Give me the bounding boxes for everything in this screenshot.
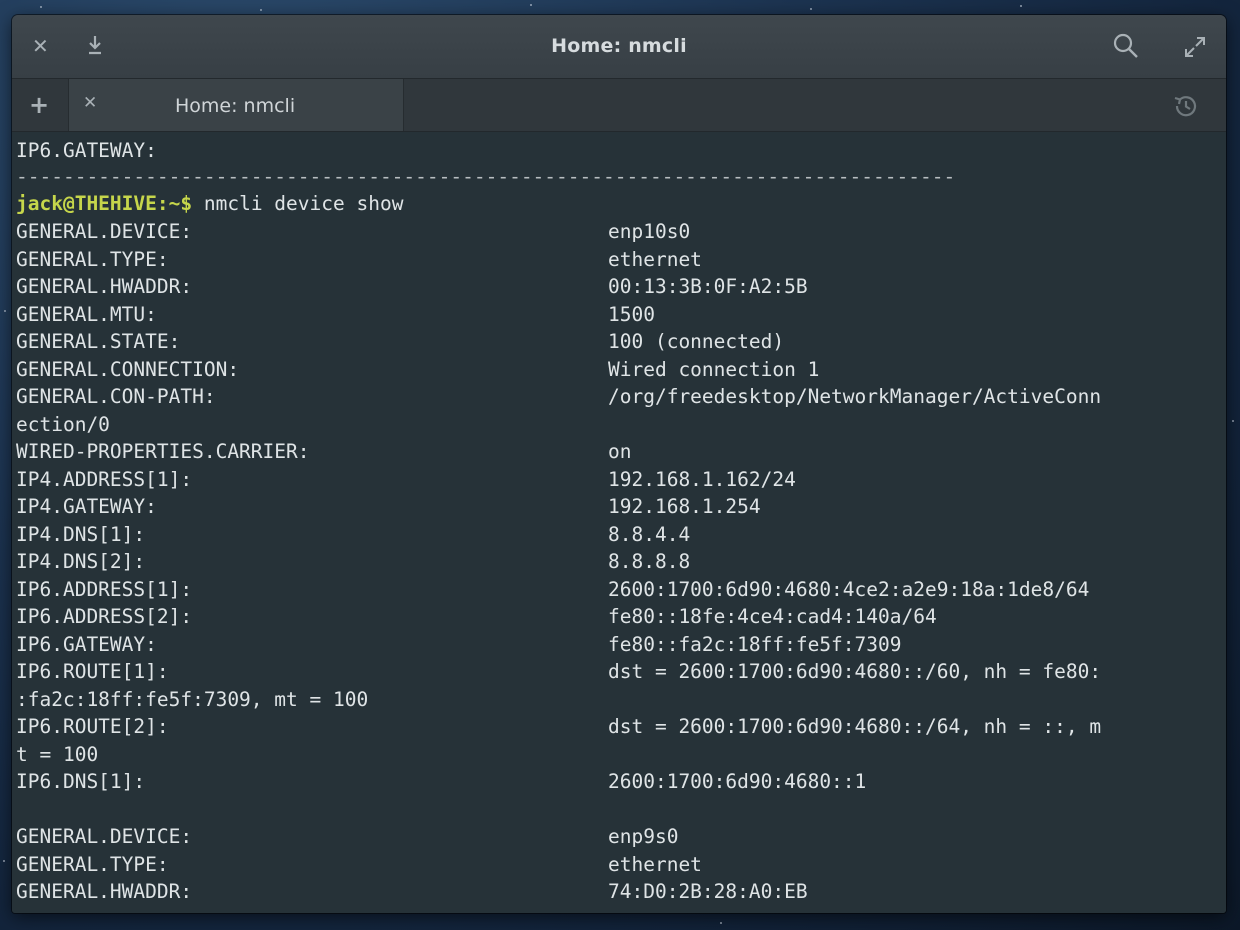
row-key: IP6.ROUTE[1]:	[16, 660, 169, 683]
output-row: :fa2c:18ff:fe5f:7309, mt = 100	[16, 687, 1226, 713]
output-row: WIRED-PROPERTIES.CARRIER: on	[16, 439, 1226, 465]
row-value: 192.168.1.254	[608, 495, 761, 518]
row-value: 00:13:3B:0F:A2:5B	[608, 275, 808, 298]
output-row: GENERAL.TYPE: ethernet	[16, 247, 1226, 273]
output-row: IP4.DNS[1]: 8.8.4.4	[16, 522, 1226, 548]
output-row: GENERAL.TYPE: ethernet	[16, 852, 1226, 878]
close-icon[interactable]: ✕	[83, 95, 97, 112]
output-row: IP4.ADDRESS[1]: 192.168.1.162/24	[16, 467, 1226, 493]
output-row: GENERAL.MTU: 1500	[16, 302, 1226, 328]
wallpaper-star	[810, 8, 812, 10]
wallpaper-star	[1020, 5, 1022, 7]
row-value: Wired connection 1	[608, 357, 820, 381]
row-value: 8.8.8.8	[608, 550, 691, 573]
output-row: GENERAL.HWADDR: 00:13:3B:0F:A2:5B	[16, 274, 1226, 300]
history-icon[interactable]	[1172, 92, 1200, 123]
row-key: GENERAL.DEVICE:	[16, 220, 193, 243]
row-key: ection/0	[16, 412, 110, 436]
row-key: GENERAL.STATE:	[16, 330, 181, 353]
row-key: IP4.ADDRESS[1]:	[16, 467, 193, 491]
row-value: 2600:1700:6d90:4680:4ce2:a2e9:18a:1de8/6…	[608, 577, 1090, 601]
plus-icon[interactable]: +	[29, 93, 49, 117]
row-value: fe80::fa2c:18ff:fe5f:7309	[608, 632, 902, 656]
output-row: IP6.ROUTE[1]: dst = 2600:1700:6d90:4680::…	[16, 659, 1226, 685]
wallpaper-star	[530, 4, 532, 6]
output-row: IP4.GATEWAY: 192.168.1.254	[16, 494, 1226, 520]
row-value: on	[608, 440, 632, 463]
row-value: 1500	[608, 302, 655, 326]
output-row: GENERAL.HWADDR: 74:D0:2B:28:A0:EB	[16, 879, 1226, 905]
row-key: IP6.DNS[1]:	[16, 770, 146, 793]
wallpaper-star	[720, 922, 722, 924]
row-value: 2600:1700:6d90:4680::1	[608, 770, 867, 793]
row-value: dst = 2600:1700:6d90:4680::/60, nh = fe8…	[608, 660, 1102, 683]
search-icon[interactable]	[1113, 33, 1139, 62]
row-key: IP4.DNS[1]:	[16, 522, 146, 546]
output-row	[16, 797, 1226, 823]
row-key: IP6.ADDRESS[2]:	[16, 605, 193, 628]
row-key: GENERAL.MTU:	[16, 302, 157, 326]
row-key: IP6.GATEWAY:	[16, 632, 157, 656]
terminal-window: ✕ Home: nmcli + ✕ Home: nmcli IP6.GATEWA…	[12, 15, 1226, 913]
tab-home-nmcli[interactable]: ✕ Home: nmcli	[68, 79, 404, 131]
titlebar: ✕ Home: nmcli	[12, 15, 1226, 79]
row-key: IP4.GATEWAY:	[16, 495, 157, 518]
output-row: IP6.ROUTE[2]: dst = 2600:1700:6d90:4680::…	[16, 714, 1226, 740]
row-value: 74:D0:2B:28:A0:EB	[608, 880, 808, 903]
output-row: GENERAL.CON-PATH: /org/freedesktop/Networ…	[16, 384, 1226, 410]
output-line: IP6.GATEWAY:	[16, 139, 157, 162]
row-key: GENERAL.CONNECTION:	[16, 357, 240, 381]
row-value: 192.168.1.162/24	[608, 467, 796, 491]
row-value: /org/freedesktop/NetworkManager/ActiveCo…	[608, 385, 1102, 408]
output-row: ection/0	[16, 412, 1226, 438]
row-value: ethernet	[608, 247, 702, 271]
maximize-icon[interactable]	[1183, 35, 1207, 62]
terminal-output[interactable]: IP6.GATEWAY: ---------------------------…	[12, 132, 1226, 913]
wallpaper-star	[3, 860, 5, 862]
wallpaper-star	[260, 9, 262, 11]
wallpaper-star	[40, 6, 42, 8]
output-row: IP6.ADDRESS[1]: 2600:1700:6d90:4680:4ce2:…	[16, 577, 1226, 603]
row-key: t = 100	[16, 742, 99, 766]
row-key: :fa2c:18ff:fe5f:7309, mt = 100	[16, 687, 369, 711]
output-row: GENERAL.CONNECTION: Wired connection 1	[16, 357, 1226, 383]
prompt-path: :~$	[156, 192, 193, 215]
command-text: nmcli device show	[192, 192, 404, 215]
row-key: GENERAL.CON-PATH:	[16, 385, 216, 408]
output-row: IP6.ADDRESS[2]: fe80::18fe:4ce4:cad4:140a…	[16, 604, 1226, 630]
row-key: WIRED-PROPERTIES.CARRIER:	[16, 440, 310, 463]
row-value: enp10s0	[608, 220, 691, 243]
output-row: IP4.DNS[2]: 8.8.8.8	[16, 549, 1226, 575]
output-row: GENERAL.DEVICE: enp9s0	[16, 824, 1226, 850]
wallpaper-star	[4, 310, 6, 312]
row-key: IP6.ROUTE[2]:	[16, 715, 169, 738]
row-value: fe80::18fe:4ce4:cad4:140a/64	[608, 605, 937, 628]
output-row: IP6.DNS[1]: 2600:1700:6d90:4680::1	[16, 769, 1226, 795]
row-value: dst = 2600:1700:6d90:4680::/64, nh = ::,…	[608, 715, 1102, 738]
row-key: IP4.DNS[2]:	[16, 550, 146, 573]
row-key: IP6.ADDRESS[1]:	[16, 577, 193, 601]
output-row: GENERAL.DEVICE: enp10s0	[16, 219, 1226, 245]
window-title: Home: nmcli	[551, 35, 687, 57]
row-value: enp9s0	[608, 825, 679, 848]
tab-label: Home: nmcli	[175, 95, 296, 117]
row-key: GENERAL.HWADDR:	[16, 880, 193, 903]
row-value: 100 (connected)	[608, 330, 785, 353]
tab-bar: + ✕ Home: nmcli	[12, 79, 1226, 132]
row-key: GENERAL.DEVICE:	[16, 825, 193, 848]
prompt-user: jack@THEHIVE	[16, 192, 157, 215]
wallpaper-star	[1232, 420, 1234, 422]
row-key: GENERAL.TYPE:	[16, 247, 169, 271]
prompt-line: jack@THEHIVE:~$ nmcli device show	[16, 191, 403, 217]
row-key: GENERAL.HWADDR:	[16, 275, 193, 298]
output-row: IP6.GATEWAY: fe80::fa2c:18ff:fe5f:7309	[16, 632, 1226, 658]
output-row: GENERAL.STATE: 100 (connected)	[16, 329, 1226, 355]
output-row: t = 100	[16, 742, 1226, 768]
row-value: ethernet	[608, 852, 702, 876]
row-key: GENERAL.TYPE:	[16, 852, 169, 876]
row-value: 8.8.4.4	[608, 522, 691, 546]
separator-line: ----------------------------------------…	[16, 165, 956, 188]
